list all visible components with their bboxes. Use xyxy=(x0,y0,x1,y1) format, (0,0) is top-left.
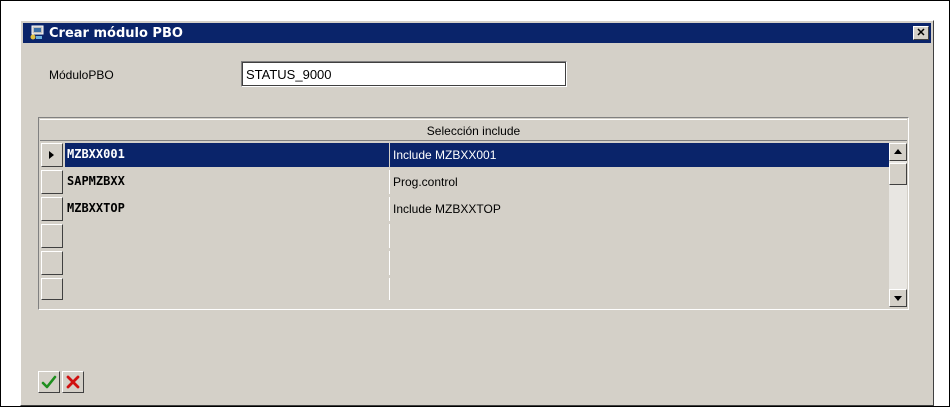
include-description: Prog.control xyxy=(393,175,458,189)
column-divider xyxy=(389,278,390,300)
table-row[interactable] xyxy=(65,278,889,300)
dialog-title: Crear módulo PBO xyxy=(49,26,183,41)
confirm-button[interactable] xyxy=(38,371,60,393)
module-pbo-input[interactable] xyxy=(241,61,567,87)
include-name: MZBXXTOP xyxy=(67,201,125,215)
module-pbo-label: MóduloPBO xyxy=(49,68,114,82)
vertical-scrollbar[interactable] xyxy=(889,143,907,307)
table-header: Selección include xyxy=(40,119,907,141)
column-divider xyxy=(389,251,390,275)
table-row[interactable]: MZBXX001 Include MZBXX001 xyxy=(65,143,889,167)
column-divider xyxy=(389,143,390,167)
scroll-up-button[interactable] xyxy=(889,143,907,161)
row-selector[interactable] xyxy=(41,143,63,167)
row-selector[interactable] xyxy=(41,224,63,248)
scroll-thumb[interactable] xyxy=(889,163,907,185)
include-name: MZBXX001 xyxy=(67,147,125,161)
column-divider xyxy=(389,197,390,221)
include-description: Include MZBXXTOP xyxy=(393,202,501,216)
table-row[interactable]: MZBXXTOP Include MZBXXTOP xyxy=(65,197,889,221)
cancel-button[interactable] xyxy=(62,371,84,393)
close-icon: ✕ xyxy=(916,27,926,39)
current-row-arrow-icon xyxy=(49,151,54,159)
table-row[interactable]: SAPMZBXX Prog.control xyxy=(65,170,889,194)
arrow-up-icon xyxy=(894,149,902,154)
close-button[interactable]: ✕ xyxy=(913,26,929,40)
row-selector[interactable] xyxy=(41,197,63,221)
column-divider xyxy=(389,170,390,194)
table-row[interactable] xyxy=(65,251,889,275)
scroll-down-button[interactable] xyxy=(889,289,907,307)
include-description: Include MZBXX001 xyxy=(393,148,497,162)
table-row[interactable] xyxy=(65,224,889,248)
column-divider xyxy=(389,224,390,248)
arrow-down-icon xyxy=(894,296,902,301)
row-selector[interactable] xyxy=(41,170,63,194)
sap-window-icon xyxy=(29,25,45,41)
row-selector[interactable] xyxy=(41,251,63,275)
title-bar: Crear módulo PBO ✕ xyxy=(23,23,931,43)
include-selection-table: Selección include MZBXX001 Include MZBXX… xyxy=(38,117,909,310)
dialog-window: Crear módulo PBO ✕ MóduloPBO Selección i… xyxy=(20,20,934,406)
include-name: SAPMZBXX xyxy=(67,174,125,188)
row-selector[interactable] xyxy=(41,278,63,300)
